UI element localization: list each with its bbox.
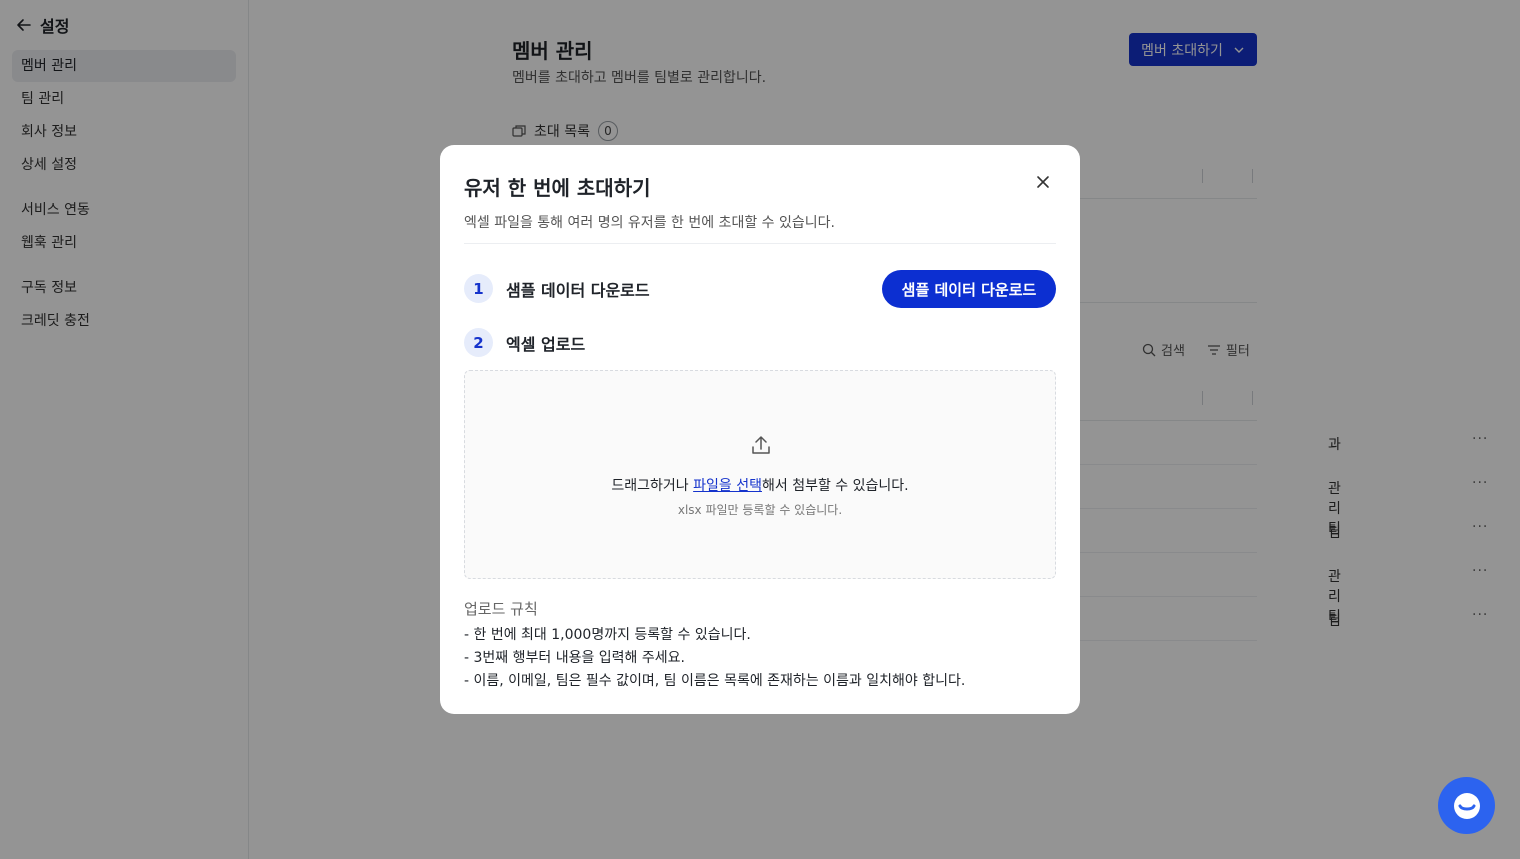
step-label: 엑셀 업로드 bbox=[506, 334, 586, 354]
select-file-link[interactable]: 파일을 선택 bbox=[693, 478, 762, 494]
close-icon[interactable] bbox=[1034, 173, 1052, 191]
dropzone-instruction: 드래그하거나 파일을 선택해서 첨부할 수 있습니다. bbox=[611, 478, 909, 494]
download-sample-button[interactable]: 샘플 데이터 다운로드 bbox=[882, 270, 1056, 308]
modal-divider bbox=[464, 243, 1056, 244]
file-dropzone[interactable]: 드래그하거나 파일을 선택해서 첨부할 수 있습니다. xlsx 파일만 등록할… bbox=[464, 370, 1056, 579]
rule-item: - 한 번에 최대 1,000명까지 등록할 수 있습니다. bbox=[464, 627, 751, 643]
step-upload: 2 엑셀 업로드 bbox=[464, 328, 585, 357]
step-download: 1 샘플 데이터 다운로드 bbox=[464, 274, 650, 303]
bulk-invite-modal: 유저 한 번에 초대하기 엑셀 파일을 통해 여러 명의 유저를 한 번에 초대… bbox=[440, 145, 1080, 714]
modal-description: 엑셀 파일을 통해 여러 명의 유저를 한 번에 초대할 수 있습니다. bbox=[464, 215, 835, 231]
chat-icon bbox=[1453, 792, 1480, 819]
dropzone-hint: xlsx 파일만 등록할 수 있습니다. bbox=[677, 503, 843, 517]
rule-item: - 이름, 이메일, 팀은 필수 값이며, 팀 이름은 목록에 존재하는 이름과… bbox=[464, 673, 966, 689]
rule-item: - 3번째 행부터 내용을 입력해 주세요. bbox=[464, 650, 685, 666]
modal-title: 유저 한 번에 초대하기 bbox=[464, 176, 651, 200]
chat-button[interactable] bbox=[1438, 777, 1495, 834]
step-number: 2 bbox=[464, 328, 493, 357]
step-number: 1 bbox=[464, 274, 493, 303]
step-label: 샘플 데이터 다운로드 bbox=[506, 280, 650, 300]
rules-title: 업로드 규칙 bbox=[464, 600, 538, 618]
upload-icon bbox=[752, 436, 770, 454]
